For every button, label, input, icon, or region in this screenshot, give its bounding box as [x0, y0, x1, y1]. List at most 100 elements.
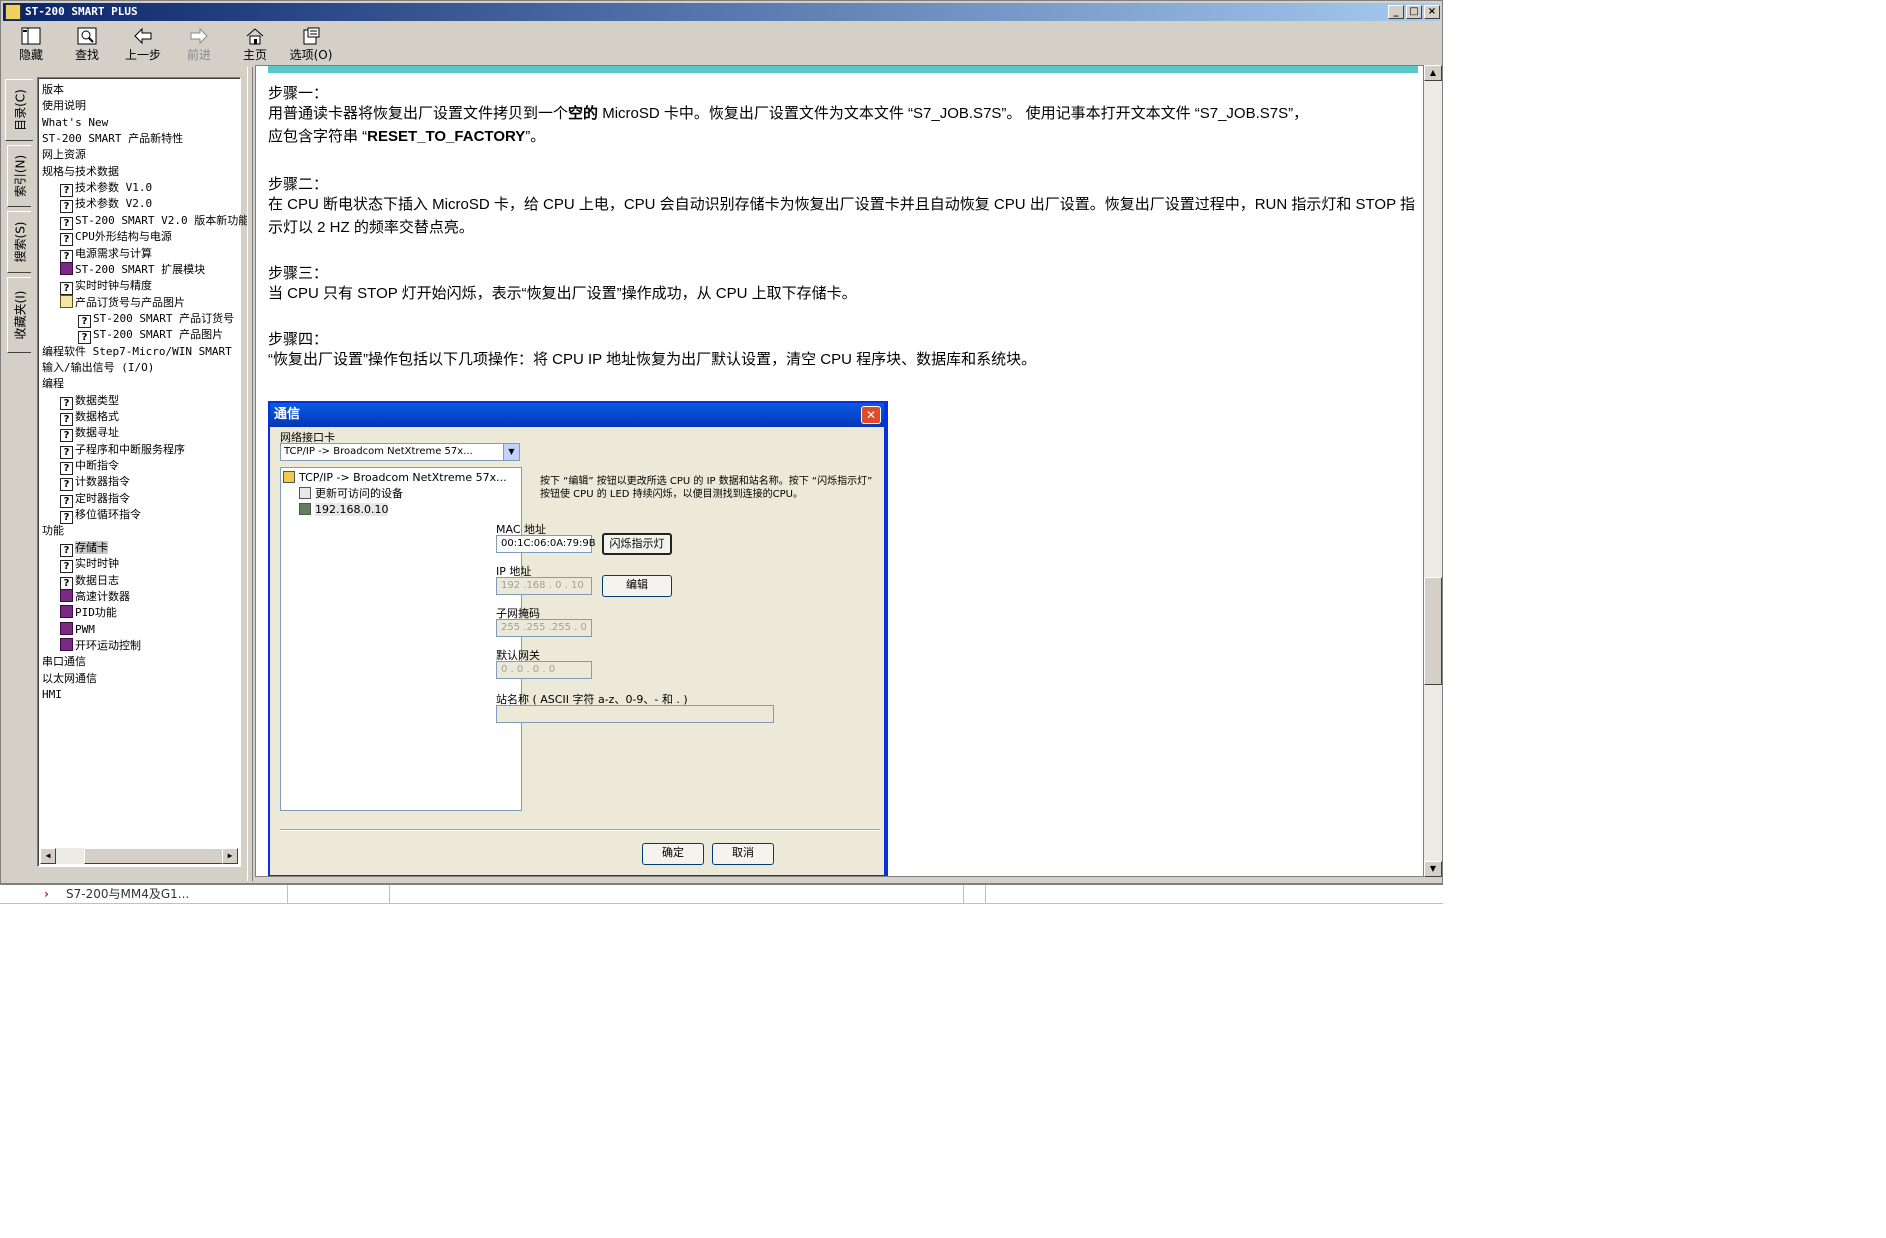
tree-item[interactable]: ? 中断指令 — [60, 458, 119, 476]
tree-item[interactable]: HMI — [42, 687, 62, 703]
scroll-up-icon[interactable]: ▲ — [1424, 65, 1442, 81]
help-page-icon: ? — [60, 249, 73, 263]
tree-item[interactable]: 使用说明 — [42, 98, 86, 114]
help-page-icon: ? — [60, 200, 73, 214]
help-page-icon: ? — [60, 494, 73, 508]
scroll-left-icon[interactable]: ◀ — [40, 848, 56, 864]
tree-item[interactable]: ST-200 SMART 扩展模块 — [60, 261, 205, 278]
tree-item[interactable]: ? ST-200 SMART 产品订货号 — [78, 311, 234, 328]
help-page-icon: ? — [60, 560, 73, 574]
chevron-down-icon: ▼ — [503, 444, 519, 460]
tree-item[interactable]: ? 实时时钟与精度 — [60, 278, 152, 296]
tree-item[interactable]: PWM — [60, 621, 95, 638]
tree-item[interactable]: ? 数据类型 — [60, 393, 119, 410]
tree-item[interactable]: 输入/输出信号 (I/O) — [42, 360, 154, 376]
tree-item[interactable]: ? ST-200 SMART 产品图片 — [78, 327, 223, 345]
tree-item[interactable]: ? CPU外形结构与电源 — [60, 229, 172, 247]
step4-title: 步骤四： — [268, 331, 329, 348]
scroll-right-icon[interactable]: ▶ — [222, 848, 238, 864]
minimize-button[interactable]: _ — [1388, 5, 1404, 19]
tree-item[interactable]: 版本 — [42, 82, 64, 98]
dialog-separator — [280, 829, 880, 831]
status-cell — [288, 885, 390, 904]
find-button[interactable]: 查找 — [59, 25, 115, 63]
tab-contents[interactable]: 目录(C) — [5, 79, 33, 141]
tree-item[interactable]: ? 子程序和中断服务程序 — [60, 442, 185, 459]
pane-splitter[interactable] — [247, 67, 253, 881]
tree-item[interactable]: PID功能 — [60, 605, 117, 621]
close-button[interactable]: × — [1424, 5, 1440, 19]
scroll-thumb[interactable] — [84, 848, 224, 864]
tree-item[interactable]: 网上资源 — [42, 147, 86, 163]
device-tree-refresh: 更新可访问的设备 — [299, 486, 403, 502]
tab-favorites[interactable]: 收藏夹(I) — [7, 277, 31, 353]
tree-item[interactable]: ? 实时时钟 — [60, 556, 119, 574]
tree-item[interactable]: ? 定时器指令 — [60, 491, 130, 508]
subnet-field: 255 .255 .255 . 0 — [496, 619, 592, 637]
hide-button[interactable]: 隐藏 — [3, 25, 59, 63]
nic-select: TCP/IP -> Broadcom NetXtreme 57x... ▼ — [280, 443, 520, 461]
tab-index[interactable]: 索引(N) — [7, 145, 31, 207]
scroll-thumb[interactable] — [1424, 577, 1442, 685]
help-page-icon: ? — [60, 478, 73, 492]
scroll-down-icon[interactable]: ▼ — [1424, 861, 1442, 877]
forward-button[interactable]: 前进 — [171, 25, 227, 63]
network-icon — [283, 471, 295, 483]
station-name-field — [496, 705, 774, 723]
tree-item[interactable]: ? 数据日志 — [60, 573, 119, 590]
maximize-button[interactable]: □ — [1406, 5, 1422, 19]
gateway-field: 0 . 0 . 0 . 0 — [496, 661, 592, 679]
tree-item[interactable]: ? 数据寻址 — [60, 425, 119, 443]
tree-item[interactable]: 以太网通信 — [42, 671, 97, 687]
back-arrow-icon — [133, 27, 153, 45]
plc-device-icon — [299, 503, 311, 515]
ip-field: 192 .168 . 0 . 10 — [496, 577, 592, 595]
tree-item[interactable]: 产品订货号与产品图片 — [60, 294, 185, 311]
tree-item[interactable]: ? 电源需求与计算 — [60, 246, 152, 263]
book-icon — [60, 637, 73, 651]
step3-text: 当 CPU 只有 STOP 灯开始闪烁，表示“恢复出厂设置”操作成功，从 CPU… — [268, 285, 857, 302]
hide-icon — [21, 27, 41, 45]
refresh-icon — [299, 487, 311, 499]
help-page-icon: ? — [60, 511, 73, 525]
help-page-icon: ? — [60, 216, 73, 230]
help-page-icon: ? — [60, 413, 73, 426]
tree-item[interactable]: 编程软件 Step7-Micro/WIN SMART — [42, 344, 232, 360]
book-icon — [60, 261, 73, 275]
tree-item[interactable]: What's New — [42, 115, 108, 131]
tree-item[interactable]: ? 存储卡 — [60, 540, 108, 557]
tree-item[interactable]: 高速计数器 — [60, 588, 130, 605]
help-page-icon: ? — [60, 445, 73, 459]
tree-item[interactable]: ? 数据格式 — [60, 409, 119, 426]
status-item[interactable]: S7-200与MM4及G1... — [0, 885, 288, 904]
tree-item[interactable]: ? ST-200 SMART V2.0 版本新功能 — [60, 213, 249, 230]
back-button[interactable]: 上一步 — [115, 25, 171, 63]
tree-item[interactable]: ? 技术参数 V1.0 — [60, 180, 152, 198]
tree-horizontal-scrollbar[interactable]: ◀ ▶ — [40, 848, 238, 864]
ok-button: 确定 — [642, 843, 704, 865]
tree-item[interactable]: 规格与技术数据 — [42, 164, 119, 180]
edit-button: 编辑 — [602, 575, 672, 597]
tree-item[interactable]: ? 技术参数 V2.0 — [60, 196, 152, 214]
step1-title: 步骤一： — [268, 85, 329, 102]
status-cell — [390, 885, 964, 904]
home-button[interactable]: 主页 — [227, 25, 283, 63]
tree-item[interactable]: 串口通信 — [42, 654, 86, 670]
options-button[interactable]: 选项(O) — [283, 25, 339, 63]
step1-text: 用普通读卡器将恢复出厂设置文件拷贝到一个空的 MicroSD 卡中。恢复出厂设置… — [268, 105, 1309, 145]
content-vertical-scrollbar[interactable]: ▲ ▼ — [1424, 65, 1442, 877]
contents-tree: 版本 使用说明 What's New ST-200 SMART 产品新特性 网上资源 规格… — [37, 77, 249, 867]
options-icon — [301, 27, 321, 45]
status-cell — [964, 885, 986, 904]
tree-item[interactable]: 开环运动控制 — [60, 637, 141, 654]
book-icon — [60, 605, 73, 619]
tree-item[interactable]: ST-200 SMART 产品新特性 — [42, 131, 183, 147]
tree-item[interactable]: 功能 — [42, 523, 64, 539]
tree-item[interactable]: 编程 — [42, 376, 64, 392]
device-tree-cpu: 192.168.0.10 — [299, 502, 389, 518]
tree-item[interactable]: ? 计数器指令 — [60, 474, 130, 492]
mac-field: 00:1C:06:0A:79:9B — [496, 535, 596, 553]
help-page-icon: ? — [60, 429, 73, 443]
tab-search[interactable]: 搜索(S) — [7, 211, 31, 273]
tree-item[interactable]: ? 移位循环指令 — [60, 507, 141, 525]
